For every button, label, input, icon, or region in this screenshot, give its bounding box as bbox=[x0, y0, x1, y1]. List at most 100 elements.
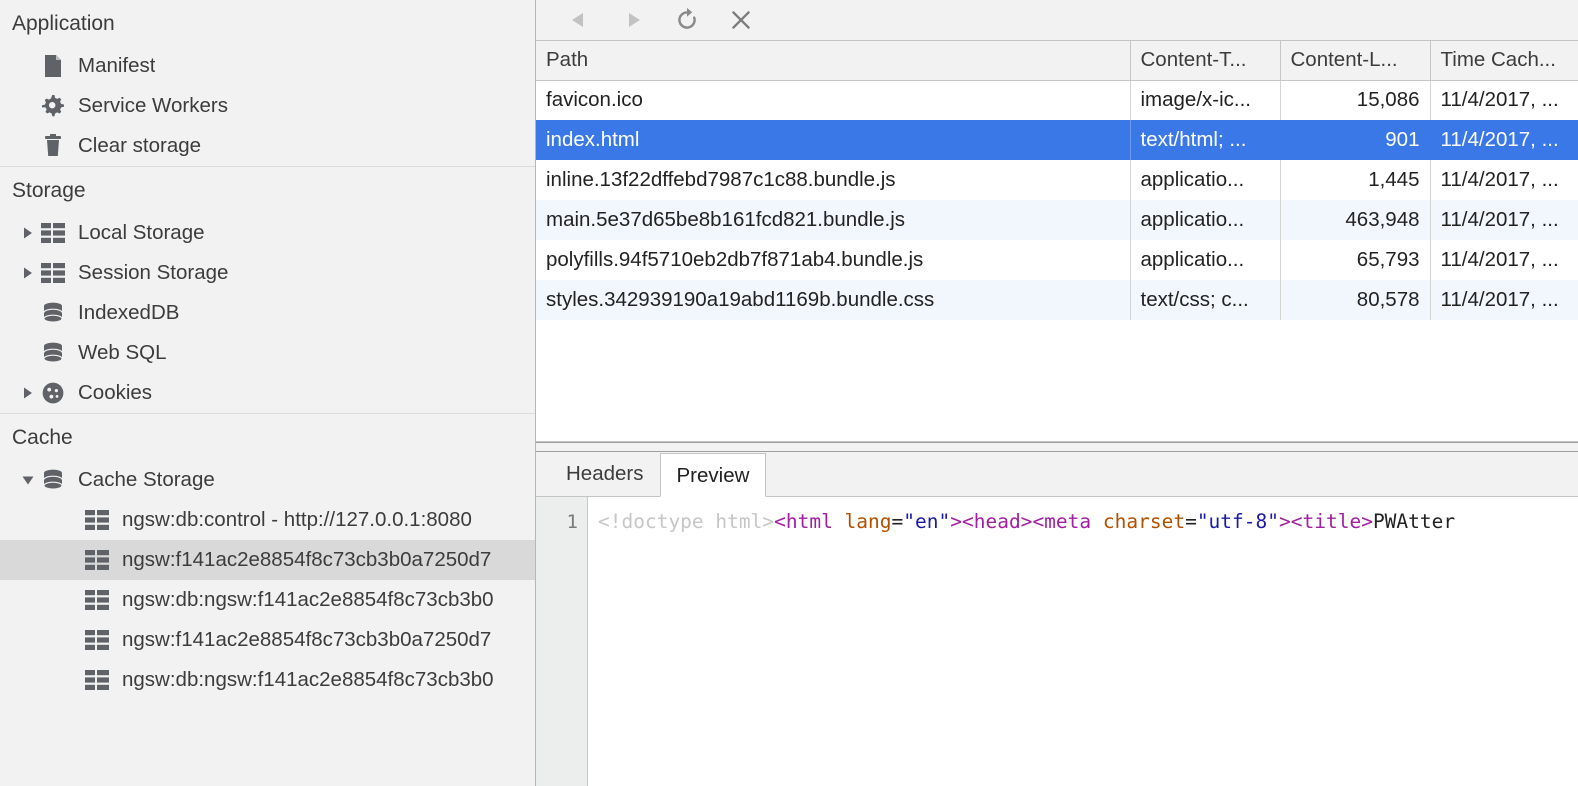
sidebar-item-label: Cookies bbox=[78, 381, 153, 404]
cell-time-cached: 11/4/2017, ... bbox=[1430, 200, 1578, 240]
table-icon bbox=[84, 508, 110, 532]
sidebar-item-ngsw-db-ngsw-f141ac2e8854f8c[interactable]: ngsw:db:ngsw:f141ac2e8854f8c73cb3b0 bbox=[0, 660, 535, 700]
code-token: = bbox=[1185, 510, 1197, 533]
table-row[interactable]: inline.13f22dffebd7987c1c88.bundle.js app… bbox=[536, 160, 1578, 200]
refresh-button[interactable] bbox=[660, 3, 714, 37]
cache-toolbar bbox=[536, 0, 1578, 41]
sidebar-item-label: ngsw:db:ngsw:f141ac2e8854f8c73cb3b0 bbox=[122, 668, 494, 691]
column-header-time-cached[interactable]: Time Cach... bbox=[1430, 41, 1578, 81]
code-token: > bbox=[950, 510, 962, 533]
chevron-right-icon[interactable] bbox=[18, 226, 38, 240]
cached-requests-table-container[interactable]: Path Content-T... Content-L... Time Cach… bbox=[536, 41, 1578, 442]
sidebar-item-label: ngsw:f141ac2e8854f8c73cb3b0a7250d7 bbox=[122, 628, 492, 651]
code-token: <head> bbox=[961, 510, 1033, 533]
sidebar-item-ngsw-db-ngsw-f141ac2e8854f8c[interactable]: ngsw:db:ngsw:f141ac2e8854f8c73cb3b0 bbox=[0, 580, 535, 620]
sidebar-section: Storage Local Storage Session Storage Index… bbox=[0, 167, 535, 413]
sidebar-item-indexeddb[interactable]: IndexedDB bbox=[0, 293, 535, 333]
tab-preview[interactable]: Preview bbox=[659, 453, 767, 497]
code-token: > bbox=[1279, 510, 1291, 533]
cell-content-type: text/css; c... bbox=[1130, 280, 1281, 320]
delete-selected-button[interactable] bbox=[714, 3, 768, 37]
cell-content-length: 80,578 bbox=[1280, 280, 1431, 320]
cell-content-length: 901 bbox=[1280, 120, 1431, 160]
sidebar-item-session-storage[interactable]: Session Storage bbox=[0, 253, 535, 293]
table-header-row: Path Content-T... Content-L... Time Cach… bbox=[536, 41, 1578, 81]
cookie-icon bbox=[40, 381, 66, 405]
cell-time-cached: 11/4/2017, ... bbox=[1430, 160, 1578, 200]
sidebar-item-clear-storage[interactable]: Clear storage bbox=[0, 126, 535, 166]
preview-pane[interactable]: 1 <!doctype html><html lang="en"><head><… bbox=[536, 497, 1578, 786]
table-row[interactable]: main.5e37d65be8b161fcd821.bundle.js appli… bbox=[536, 200, 1578, 240]
table-row[interactable]: styles.342939190a19abd1169b.bundle.css te… bbox=[536, 280, 1578, 320]
panel-splitter[interactable] bbox=[536, 442, 1578, 452]
sidebar-item-ngsw-f141ac2e8854f8c73cb3b0a[interactable]: ngsw:f141ac2e8854f8c73cb3b0a7250d7 bbox=[0, 540, 535, 580]
sidebar-item-label: Web SQL bbox=[78, 341, 167, 364]
table-row[interactable]: polyfills.94f5710eb2db7f871ab4.bundle.js… bbox=[536, 240, 1578, 280]
cell-content-type: applicatio... bbox=[1130, 240, 1281, 280]
document-icon bbox=[40, 54, 66, 78]
refresh-icon bbox=[678, 7, 696, 29]
table-icon bbox=[84, 588, 110, 612]
code-token: PWAtter bbox=[1372, 510, 1456, 533]
cell-time-cached: 11/4/2017, ... bbox=[1430, 80, 1578, 120]
sidebar-item-local-storage[interactable]: Local Storage bbox=[0, 213, 535, 253]
database-icon bbox=[40, 468, 66, 492]
cell-path: main.5e37d65be8b161fcd821.bundle.js bbox=[536, 200, 1131, 240]
sidebar-section-title: Cache bbox=[12, 426, 73, 449]
code-token: <!doctype html> bbox=[598, 510, 775, 533]
sidebar-item-label: Manifest bbox=[78, 54, 156, 77]
database-icon bbox=[40, 301, 66, 325]
forward-arrow-icon bbox=[629, 13, 640, 27]
sidebar-section-title: Application bbox=[12, 12, 115, 35]
sidebar-item-web-sql[interactable]: Web SQL bbox=[0, 333, 535, 373]
sidebar-section: Application Manifest Service Workers Clear … bbox=[0, 0, 535, 166]
cell-time-cached: 11/4/2017, ... bbox=[1430, 240, 1578, 280]
chevron-down-icon[interactable] bbox=[18, 473, 38, 487]
code-token: = bbox=[891, 510, 904, 533]
column-header-content-length[interactable]: Content-L... bbox=[1280, 41, 1431, 81]
line-number: 1 bbox=[566, 511, 578, 533]
sidebar-section-title: Storage bbox=[12, 179, 86, 202]
column-header-content-type[interactable]: Content-T... bbox=[1130, 41, 1281, 81]
cell-time-cached: 11/4/2017, ... bbox=[1430, 280, 1578, 320]
cell-path: polyfills.94f5710eb2db7f871ab4.bundle.js bbox=[536, 240, 1131, 280]
back-button[interactable] bbox=[552, 3, 606, 37]
code-token: <meta bbox=[1032, 510, 1092, 533]
sidebar-item-manifest[interactable]: Manifest bbox=[0, 46, 535, 86]
trash-icon bbox=[40, 134, 66, 158]
cell-content-type: applicatio... bbox=[1130, 160, 1281, 200]
sidebar-item-label: Local Storage bbox=[78, 221, 205, 244]
cell-content-length: 463,948 bbox=[1280, 200, 1431, 240]
table-row[interactable]: favicon.ico image/x-ic... 15,086 11/4/2017,… bbox=[536, 80, 1578, 120]
column-header-path[interactable]: Path bbox=[536, 41, 1131, 81]
chevron-right-icon[interactable] bbox=[18, 266, 38, 280]
sidebar-item-service-workers[interactable]: Service Workers bbox=[0, 86, 535, 126]
close-icon bbox=[732, 11, 750, 29]
cell-path: inline.13f22dffebd7987c1c88.bundle.js bbox=[536, 160, 1131, 200]
cell-content-length: 1,445 bbox=[1280, 160, 1431, 200]
sidebar-item-ngsw-db-control-http-127-0-0[interactable]: ngsw:db:control - http://127.0.0.1:8080 bbox=[0, 500, 535, 540]
table-icon bbox=[40, 221, 66, 245]
chevron-right-icon[interactable] bbox=[18, 386, 38, 400]
back-arrow-icon bbox=[572, 13, 583, 27]
sidebar-item-ngsw-f141ac2e8854f8c73cb3b0a[interactable]: ngsw:f141ac2e8854f8c73cb3b0a7250d7 bbox=[0, 620, 535, 660]
code-content[interactable]: <!doctype html><html lang="en"><head><me… bbox=[588, 497, 1578, 786]
code-token: charset bbox=[1091, 510, 1186, 533]
sidebar-item-cache-storage[interactable]: Cache Storage bbox=[0, 460, 535, 500]
forward-button[interactable] bbox=[606, 3, 660, 37]
code-token: <html bbox=[774, 510, 833, 533]
sidebar-section: Cache Cache Storage ngsw:db:control - http… bbox=[0, 414, 535, 700]
table-row[interactable]: index.html text/html; ... 901 11/4/2017, ..… bbox=[536, 120, 1578, 160]
sidebar-item-label: Service Workers bbox=[78, 94, 228, 117]
sidebar-item-label: ngsw:db:ngsw:f141ac2e8854f8c73cb3b0 bbox=[122, 588, 494, 611]
sidebar-item-label: ngsw:f141ac2e8854f8c73cb3b0a7250d7 bbox=[122, 548, 492, 571]
devtools-application-panel: Application Manifest Service Workers Clear … bbox=[0, 0, 1578, 786]
tab-headers[interactable]: Headers bbox=[550, 452, 660, 496]
gear-icon bbox=[40, 94, 66, 118]
cell-time-cached: 11/4/2017, ... bbox=[1430, 120, 1578, 160]
code-token: lang bbox=[832, 510, 892, 533]
code-token: "utf-8" bbox=[1196, 510, 1279, 533]
cache-storage-main-panel: Path Content-T... Content-L... Time Cach… bbox=[536, 0, 1578, 786]
detail-tab-bar: Headers Preview bbox=[536, 452, 1578, 497]
sidebar-item-cookies[interactable]: Cookies bbox=[0, 373, 535, 413]
